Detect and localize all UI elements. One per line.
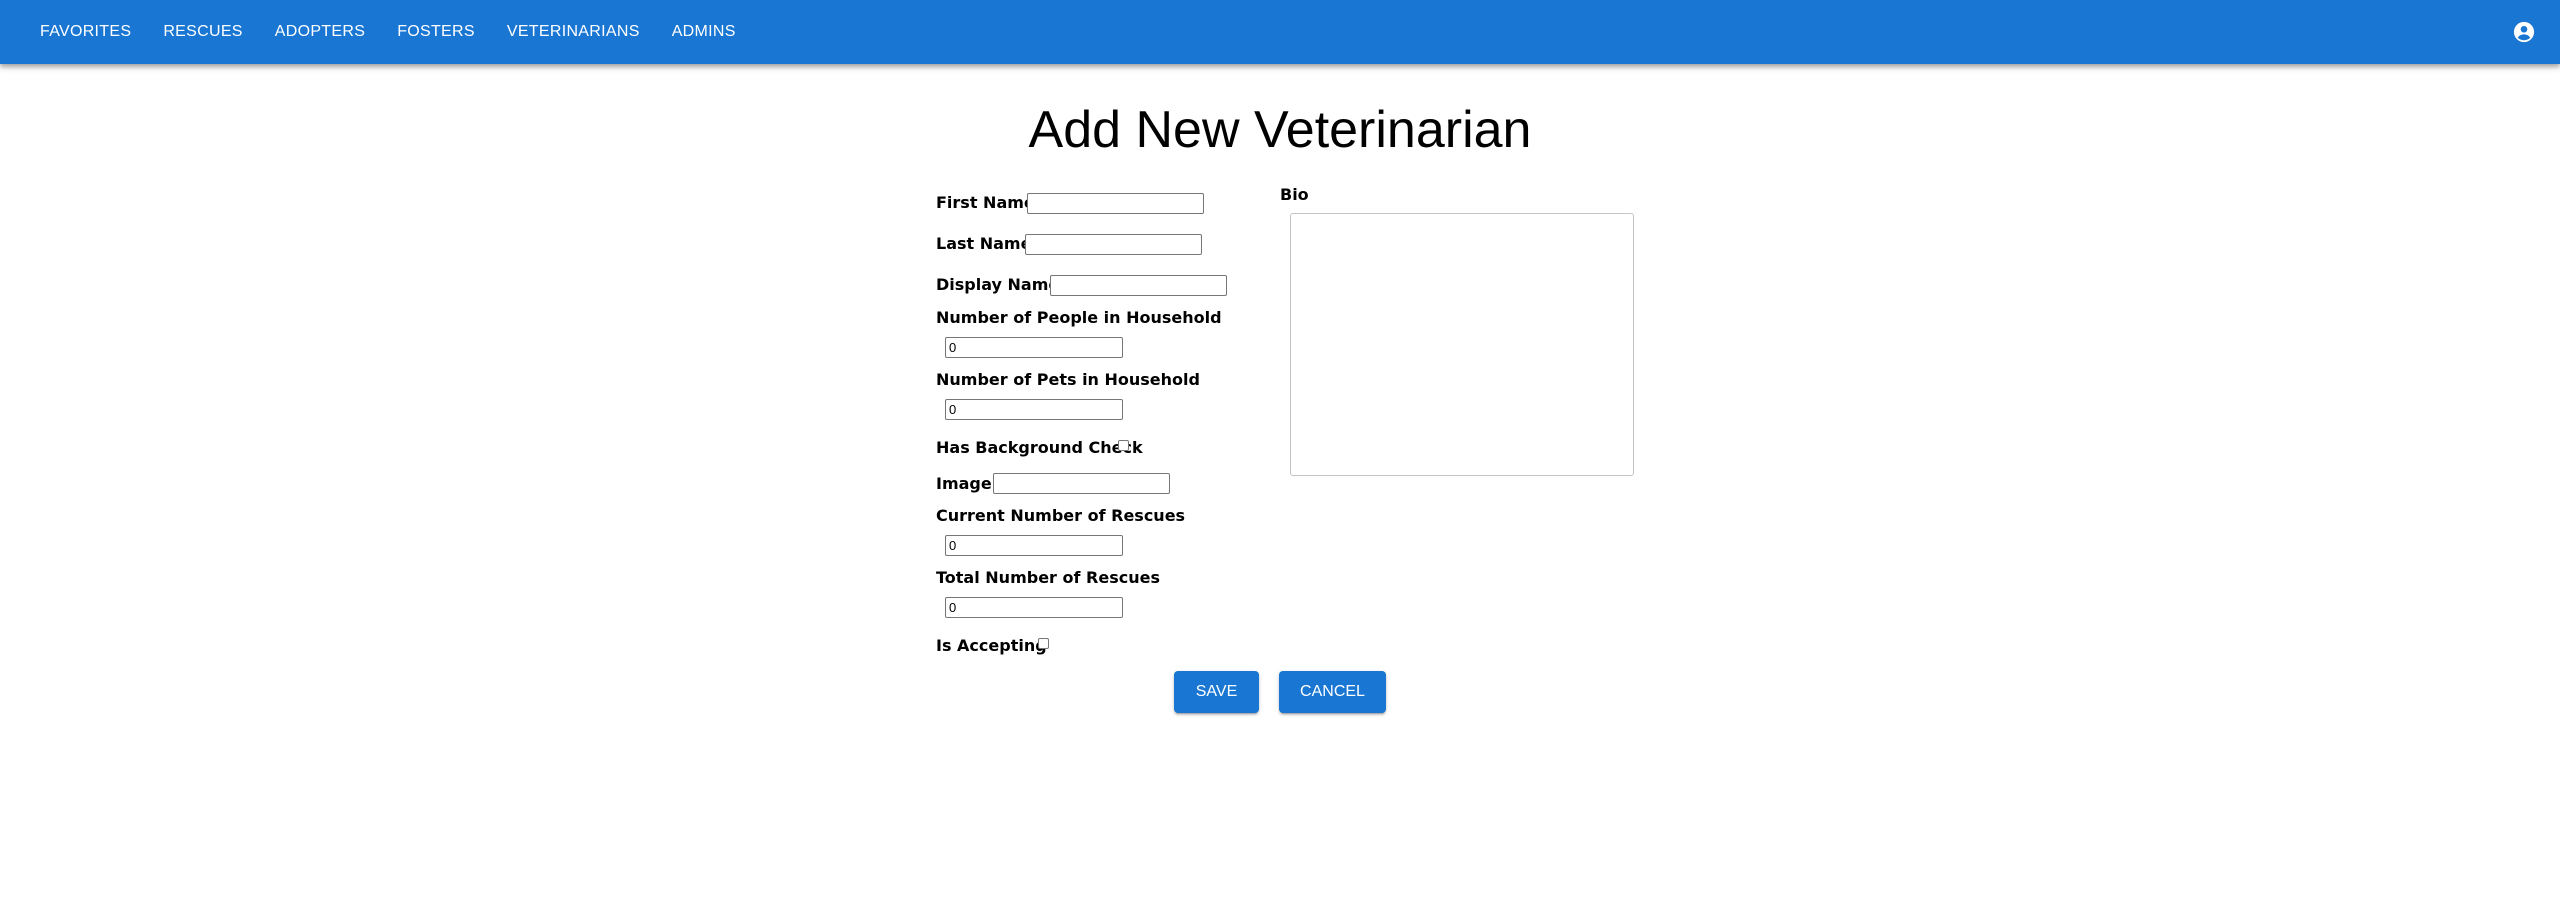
- current-rescues-input[interactable]: [945, 535, 1123, 556]
- first-name-label: First Name: [936, 193, 1035, 212]
- is-accepting-checkbox[interactable]: [1038, 638, 1049, 649]
- total-rescues-input[interactable]: [945, 597, 1123, 618]
- total-rescues-label: Total Number of Rescues: [936, 568, 1160, 587]
- image-label: Image: [936, 474, 992, 493]
- nav-fosters[interactable]: FOSTERS: [381, 17, 491, 47]
- bio-textarea[interactable]: [1290, 213, 1634, 476]
- background-check-checkbox[interactable]: [1118, 440, 1129, 451]
- account-circle-icon[interactable]: [2513, 21, 2535, 43]
- app-bar: FAVORITES RESCUES ADOPTERS FOSTERS VETER…: [0, 0, 2560, 64]
- first-name-input[interactable]: [1027, 193, 1204, 214]
- cancel-button[interactable]: CANCEL: [1279, 671, 1386, 713]
- nav-favorites[interactable]: FAVORITES: [24, 17, 147, 47]
- current-rescues-label: Current Number of Rescues: [936, 506, 1186, 525]
- page-title: Add New Veterinarian: [1028, 101, 1532, 159]
- people-in-household-label: Number of People in Household: [936, 308, 1222, 327]
- people-in-household-input[interactable]: [945, 337, 1123, 358]
- nav-admins[interactable]: ADMINS: [656, 17, 752, 47]
- nav-veterinarians[interactable]: VETERINARIANS: [491, 17, 656, 47]
- display-name-label: Display Name: [936, 275, 1060, 294]
- is-accepting-label: Is Accepting: [936, 636, 1047, 655]
- last-name-label: Last Name: [936, 234, 1032, 253]
- nav-adopters[interactable]: ADOPTERS: [259, 17, 381, 47]
- background-check-label: Has Background Check: [936, 438, 1143, 457]
- pets-in-household-label: Number of Pets in Household: [936, 370, 1200, 389]
- last-name-input[interactable]: [1025, 234, 1202, 255]
- display-name-input[interactable]: [1050, 275, 1227, 296]
- image-input[interactable]: [993, 473, 1170, 494]
- save-button[interactable]: SAVE: [1174, 671, 1259, 713]
- bio-label: Bio: [1280, 185, 1309, 204]
- main-nav: FAVORITES RESCUES ADOPTERS FOSTERS VETER…: [24, 17, 752, 47]
- nav-rescues[interactable]: RESCUES: [147, 17, 258, 47]
- pets-in-household-input[interactable]: [945, 399, 1123, 420]
